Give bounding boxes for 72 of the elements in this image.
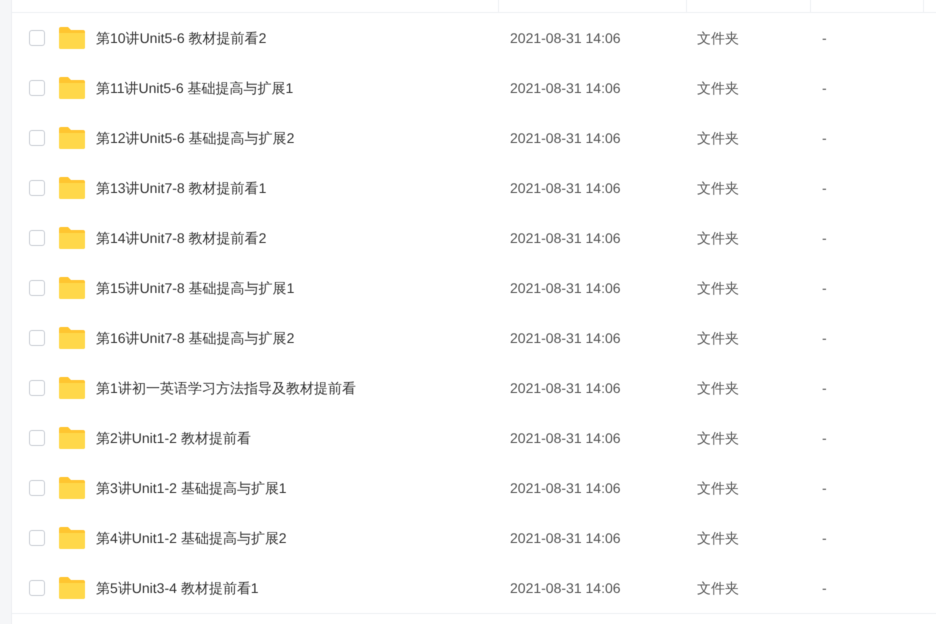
file-name[interactable]: 第2讲Unit1-2 教材提前看 [96, 428, 251, 448]
file-size: - [822, 430, 827, 446]
checkbox[interactable] [29, 180, 45, 196]
modified-date: 2021-08-31 14:06 [510, 580, 621, 596]
file-type: 文件夹 [697, 30, 739, 46]
file-name[interactable]: 第12讲Unit5-6 基础提高与扩展2 [96, 128, 294, 148]
file-size: - [822, 130, 827, 146]
file-type: 文件夹 [697, 80, 739, 96]
file-size: - [822, 530, 827, 546]
folder-icon [59, 277, 85, 299]
checkbox[interactable] [29, 80, 45, 96]
checkbox[interactable] [29, 230, 45, 246]
folder-icon [59, 377, 85, 399]
file-type: 文件夹 [697, 130, 739, 146]
modified-date: 2021-08-31 14:06 [510, 530, 621, 546]
checkbox[interactable] [29, 580, 45, 596]
modified-date: 2021-08-31 14:06 [510, 330, 621, 346]
folder-icon [59, 227, 85, 249]
checkbox[interactable] [29, 480, 45, 496]
file-type: 文件夹 [697, 180, 739, 196]
folder-icon [59, 77, 85, 99]
file-type: 文件夹 [697, 330, 739, 346]
file-size: - [822, 380, 827, 396]
file-name[interactable]: 第10讲Unit5-6 教材提前看2 [96, 28, 266, 48]
folder-icon [59, 27, 85, 49]
file-type: 文件夹 [697, 280, 739, 296]
checkbox[interactable] [29, 280, 45, 296]
file-name[interactable]: 第4讲Unit1-2 基础提高与扩展2 [96, 528, 287, 548]
folder-icon [59, 427, 85, 449]
modified-date: 2021-08-31 14:06 [510, 30, 621, 46]
file-size: - [822, 580, 827, 596]
file-name[interactable]: 第3讲Unit1-2 基础提高与扩展1 [96, 478, 287, 498]
file-name[interactable]: 第13讲Unit7-8 教材提前看1 [96, 178, 266, 198]
file-size: - [822, 230, 827, 246]
checkbox[interactable] [29, 130, 45, 146]
file-name[interactable]: 第1讲初一英语学习方法指导及教材提前看 [96, 378, 356, 398]
modified-date: 2021-08-31 14:06 [510, 130, 621, 146]
folder-icon [59, 127, 85, 149]
file-type: 文件夹 [697, 380, 739, 396]
modified-date: 2021-08-31 14:06 [510, 430, 621, 446]
file-size: - [822, 330, 827, 346]
modified-date: 2021-08-31 14:06 [510, 480, 621, 496]
file-name[interactable]: 第11讲Unit5-6 基础提高与扩展1 [96, 78, 294, 98]
modified-date: 2021-08-31 14:06 [510, 230, 621, 246]
folder-icon [59, 477, 85, 499]
file-type: 文件夹 [697, 480, 739, 496]
folder-icon [59, 577, 85, 599]
file-type: 文件夹 [697, 580, 739, 596]
checkbox[interactable] [29, 30, 45, 46]
file-size: - [822, 180, 827, 196]
file-name[interactable]: 第5讲Unit3-4 教材提前看1 [96, 578, 259, 598]
folder-icon [59, 177, 85, 199]
checkbox[interactable] [29, 430, 45, 446]
file-name[interactable]: 第16讲Unit7-8 基础提高与扩展2 [96, 328, 294, 348]
file-name[interactable]: 第14讲Unit7-8 教材提前看2 [96, 228, 266, 248]
checkbox[interactable] [29, 530, 45, 546]
modified-date: 2021-08-31 14:06 [510, 180, 621, 196]
modified-date: 2021-08-31 14:06 [510, 280, 621, 296]
file-type: 文件夹 [697, 230, 739, 246]
file-type: 文件夹 [697, 530, 739, 546]
file-size: - [822, 30, 827, 46]
file-size: - [822, 80, 827, 96]
file-type: 文件夹 [697, 430, 739, 446]
checkbox[interactable] [29, 380, 45, 396]
folder-icon [59, 327, 85, 349]
file-size: - [822, 280, 827, 296]
file-name[interactable]: 第15讲Unit7-8 基础提高与扩展1 [96, 278, 294, 298]
checkbox[interactable] [29, 330, 45, 346]
file-size: - [822, 480, 827, 496]
folder-icon [59, 527, 85, 549]
modified-date: 2021-08-31 14:06 [510, 380, 621, 396]
modified-date: 2021-08-31 14:06 [510, 80, 621, 96]
